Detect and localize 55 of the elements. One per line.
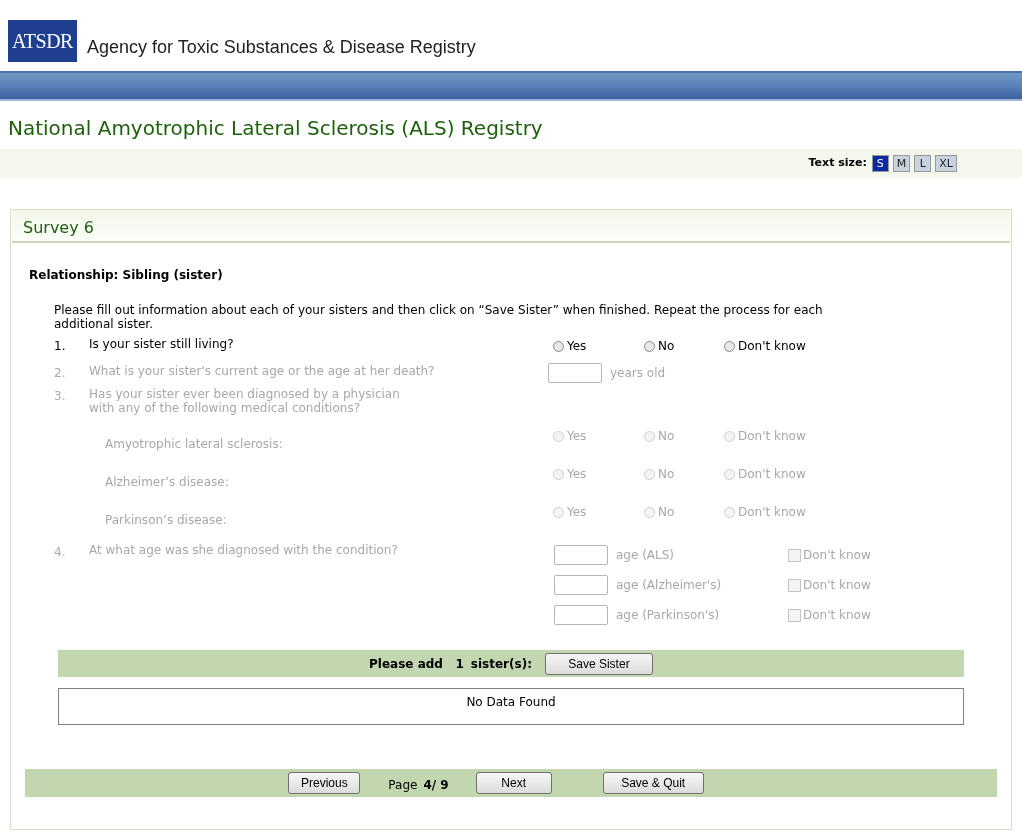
question-text: What is your sister's current age or the age at her death? [89,364,435,378]
radio-button[interactable] [644,340,655,352]
relationship-label: Relationship: Sibling (sister) [29,268,223,282]
option-label: No [658,504,675,521]
text-size-button[interactable]: M [892,155,911,172]
option-label: Don't know [738,338,806,355]
checkbox-label: Don't know [803,547,871,564]
next-button[interactable]: Next [475,772,552,794]
text-size-button[interactable]: XL [935,155,957,172]
question-number: 3. [54,388,67,405]
question-text: Is your sister still living? [89,337,234,351]
condition-label: Amyotrophic lateral sclerosis: [105,437,283,451]
radio-button[interactable] [553,340,564,352]
option-label: Yes [567,428,587,445]
save-quit-button[interactable]: Save & Quit [602,772,704,794]
unit-label: years old [610,365,666,382]
unit-label: age (Alzheimer's) [616,577,723,594]
previous-button[interactable]: Previous [288,772,361,794]
option-label: Yes [567,466,587,483]
survey-title: Survey 6 [23,218,94,237]
checkbox-label: Don't know [803,577,871,594]
page-label: Page [388,777,418,794]
question-text: At what age was she diagnosed with the condition? [89,543,398,557]
question-text: Has your sister ever been diagnosed by a physician [89,387,400,401]
empty-message: No Data Found [466,694,556,711]
logo[interactable]: ATSDR [8,20,77,62]
checkbox-label: Don't know [803,607,871,624]
question-number: 4. [54,544,67,561]
agency-name: Agency for Toxic Substances & Disease Registry [87,36,476,59]
option-label: No [658,428,675,445]
question-number: 2. [54,365,67,382]
option-label: Yes [567,504,587,521]
unit-label: age (Parkinson's) [616,607,721,624]
radio-button[interactable] [724,340,735,352]
condition-label: Alzheimer’s disease: [105,475,229,489]
question-number: 1. [54,338,67,355]
unit-label: age (ALS) [616,547,676,564]
sister-count: 1 [455,655,464,673]
text-size-label: Text size: [808,155,867,172]
option-label: Don't know [738,504,806,521]
option-label: No [658,466,675,483]
option-label: Don't know [738,466,806,483]
text-size-button[interactable]: S [871,155,889,172]
add-unit: sister(s): [470,655,532,673]
page-number: 4/ 9 [423,777,449,794]
option-label: No [658,338,675,355]
condition-label: Parkinson’s disease: [105,513,227,527]
registry-title: National Amyotrophic Lateral Sclerosis (ALS) Registry [8,116,543,140]
option-label: Don't know [738,428,806,445]
instructions: Please fill out information about each of your sisters and then click on “Save Sister” when finished. Repeat the process for each additional sister. [54,303,824,331]
add-prompt: Please add [369,655,444,673]
save-sister-button[interactable]: Save Sister [544,652,653,675]
option-label: Yes [567,338,587,355]
text-size-button[interactable]: L [914,155,932,172]
question-text: with any of the following medical conditions? [89,401,362,415]
